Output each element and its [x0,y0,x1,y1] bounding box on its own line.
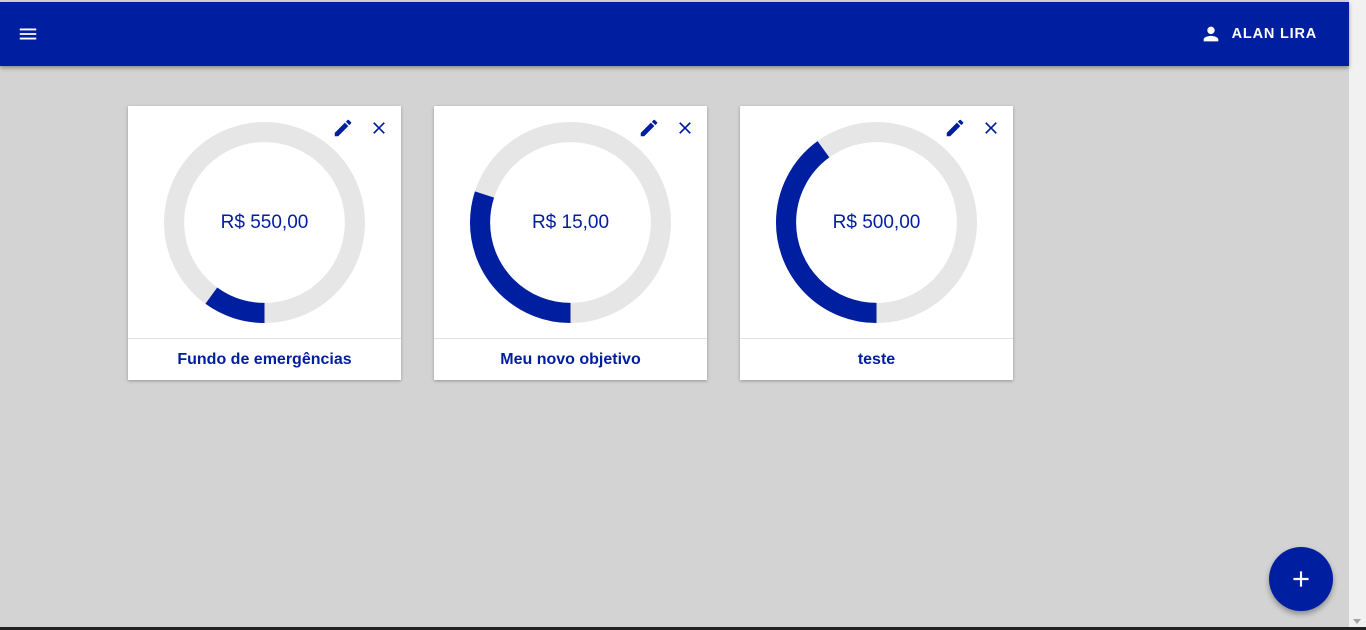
user-menu[interactable]: ALAN LIRA [1200,22,1317,46]
goal-amount: R$ 550,00 [220,211,309,233]
goal-card: R$ 500,00 teste [740,106,1013,380]
app-header: ALAN LIRA [0,2,1349,66]
goal-card: R$ 15,00 Meu novo objetivo [434,106,707,380]
goal-card: R$ 550,00 Fundo de emergências [128,106,401,380]
goal-name: Meu novo objetivo [434,338,707,380]
goal-name: teste [740,338,1013,380]
hamburger-menu-icon [19,28,37,40]
user-name: ALAN LIRA [1231,26,1317,42]
add-goal-button[interactable] [1269,547,1333,611]
goal-name: Fundo de emergências [128,338,401,380]
person-icon [1203,26,1218,42]
goal-amount: R$ 500,00 [832,211,921,233]
menu-button[interactable] [12,18,44,50]
scroll-down-arrow-icon[interactable] [1353,619,1361,624]
plus-icon [1293,571,1309,587]
goal-amount: R$ 15,00 [531,211,610,233]
vertical-scrollbar[interactable] [1349,0,1366,628]
